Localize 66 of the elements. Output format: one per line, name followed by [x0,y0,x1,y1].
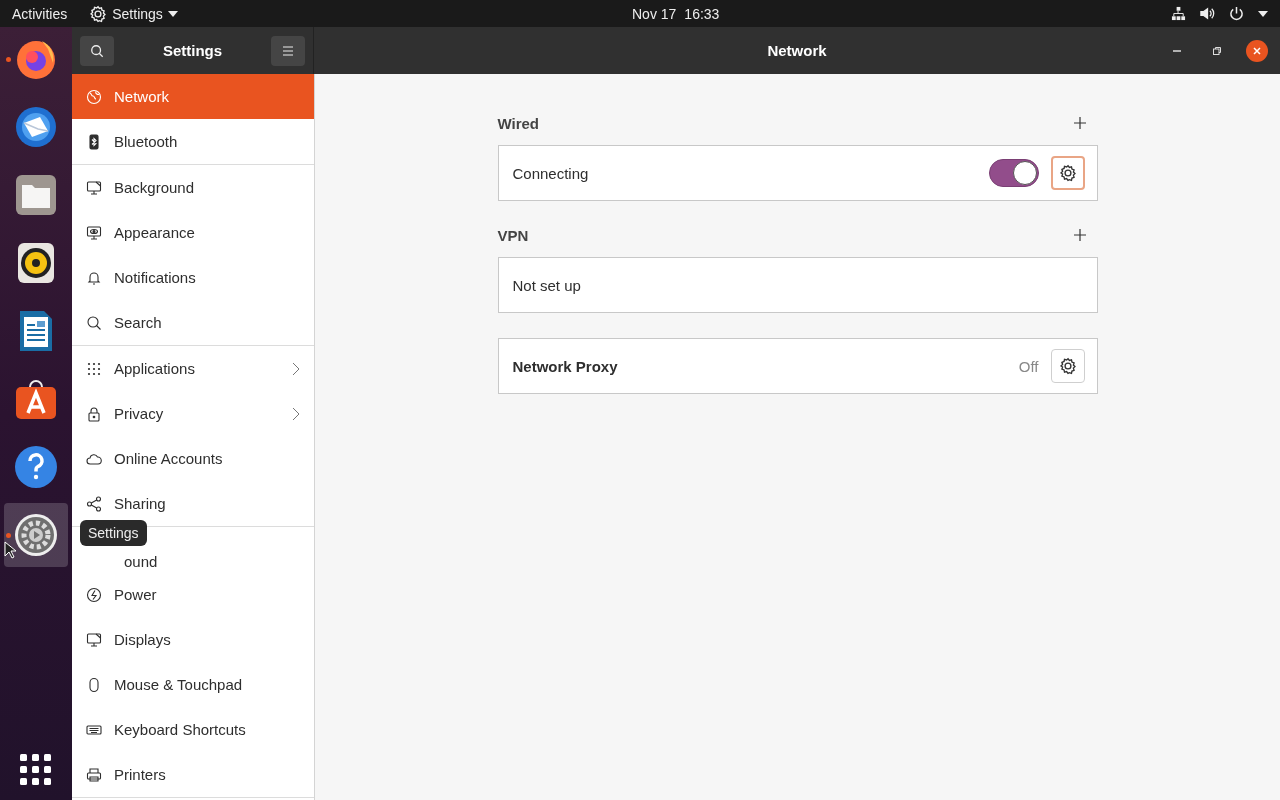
maximize-icon [1212,45,1222,56]
monitor-icon [86,179,102,196]
printer-icon [86,766,102,783]
clock-date[interactable]: Nov 17 [632,5,677,22]
app-menu[interactable]: Settings [112,5,163,22]
menu-icon [282,44,294,57]
sidebar-item[interactable]: Keyboard Shortcuts [72,707,314,752]
settings-icon [89,4,108,23]
search-icon [90,43,104,58]
row-label: Connecting [512,164,590,182]
help-app-icon[interactable] [12,443,60,491]
mouse-icon [86,676,102,693]
power-icon[interactable] [1229,6,1244,21]
menu-button[interactable] [271,35,305,66]
sidebar-title: Settings [162,42,223,59]
sidebar-item[interactable]: Network [72,74,314,119]
gear-icon [1058,357,1077,375]
toggle-switch[interactable] [988,159,1039,187]
bluetooth-icon [86,133,102,150]
plus-icon [1073,117,1086,129]
caret-icon [167,10,178,17]
caret-icon[interactable] [1258,10,1268,17]
gear-icon [1058,164,1077,182]
settings-button[interactable] [1050,156,1085,190]
lock-icon [86,405,102,422]
share-icon [86,495,102,512]
sidebar-item[interactable]: Online Accounts [72,436,314,481]
appearance-icon [86,224,102,241]
close-button[interactable] [1246,39,1268,62]
globe-icon [86,88,102,105]
section-title: VPN [497,226,529,244]
minimize-icon [1173,49,1181,52]
sidebar-item[interactable]: ound [72,550,314,572]
row-label: Network Proxy [512,357,619,375]
bell-icon [86,269,102,286]
plus-icon [1073,229,1086,241]
sidebar-item[interactable]: Privacy [72,391,314,436]
section-title: Wired [497,114,540,132]
tooltip: Settings [80,520,147,546]
search-icon [86,314,102,331]
sidebar-item[interactable]: Printers [72,752,314,797]
settings-app-icon[interactable] [12,511,60,559]
status-text: Off [1018,357,1039,375]
clock-time[interactable]: 16:33 [684,5,720,22]
network-icon[interactable] [1171,6,1186,21]
sidebar-item[interactable]: Appearance [72,210,314,255]
monitor-icon [86,631,102,648]
row-label: Not set up [512,276,582,294]
sidebar-item[interactable]: Notifications [72,255,314,300]
close-icon [1252,45,1262,56]
sidebar-item[interactable]: Search [72,300,314,345]
activities-button[interactable]: Activities [12,5,68,22]
sidebar-item[interactable]: Bluetooth [72,119,314,164]
mouse-cursor-icon [4,541,16,559]
search-button[interactable] [80,35,114,66]
app-grid-icon[interactable] [20,754,52,786]
sidebar-item[interactable]: Mouse & Touchpad [72,662,314,707]
sidebar-item[interactable]: Background [72,165,314,210]
power-icon [86,586,102,603]
sidebar-item[interactable]: Displays [72,617,314,662]
grid-icon [86,360,102,377]
volume-icon[interactable] [1200,6,1215,21]
window-title: Network [767,42,827,59]
settings-button[interactable] [1050,349,1085,383]
sidebar-item[interactable]: Applications [72,346,314,391]
sidebar-item[interactable]: Power [72,572,314,617]
